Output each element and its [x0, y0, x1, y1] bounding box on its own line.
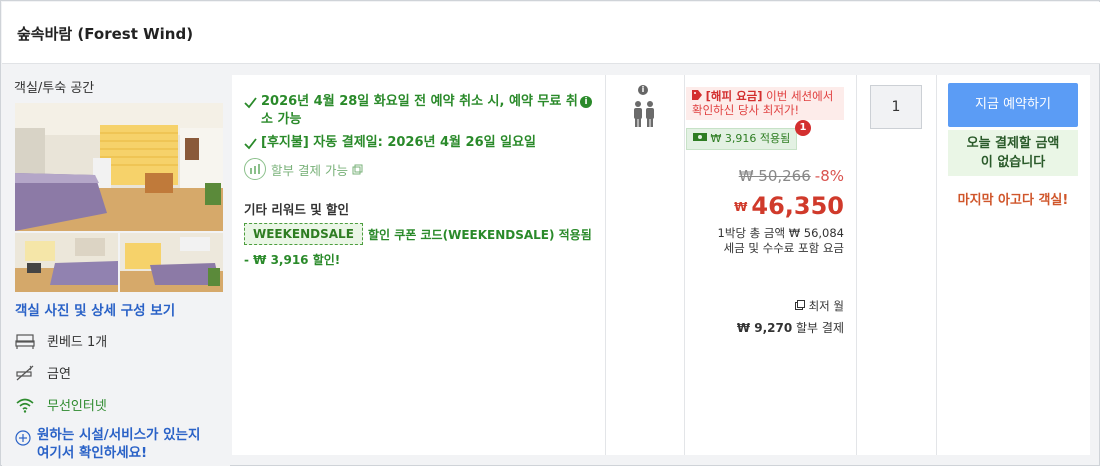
room-type-title: 객실/투숙 공간: [14, 81, 95, 96]
installment-available: 할부 결제 가능: [244, 158, 363, 180]
installment-payment: ₩ 9,270 할부 결제: [737, 319, 844, 336]
room-photo-main[interactable]: [15, 103, 223, 231]
nopay-line1: 오늘 결제할 금액: [966, 136, 1060, 151]
original-price-value: ₩ 50,266: [738, 167, 811, 185]
no-payment-today-notice: 오늘 결제할 금액 이 없습니다: [948, 130, 1078, 176]
property-header: 숲속바람 (Forest Wind): [2, 2, 1100, 64]
coupon-discount-amount: - ₩ 3,916 할인!: [244, 253, 341, 267]
property-name: 숲속바람 (Forest Wind): [17, 25, 194, 43]
autopay-text: [후지불] 자동 결제일: 2026년 4월 26일 일요일: [261, 135, 536, 150]
room-photo-thumb-1[interactable]: [15, 233, 118, 292]
installment-amount: ₩ 9,270: [736, 321, 793, 335]
cash-icon: [693, 133, 707, 141]
no-smoking-icon: [16, 365, 34, 380]
rewards-title: 기타 리워드 및 할인: [244, 202, 350, 217]
final-price-value: 46,350: [751, 192, 844, 220]
room-quantity-select[interactable]: 1: [870, 85, 922, 129]
column-divider: [684, 75, 685, 455]
plus-circle-icon: [15, 430, 31, 446]
occupancy-info-icon[interactable]: i: [638, 85, 648, 95]
original-price: ₩ 50,266 -8%: [739, 167, 844, 185]
facility-check-link[interactable]: 원하는 시설/서비스가 있는지 여기서 확인하세요!: [15, 426, 200, 462]
amenity-bed-label: 퀸베드 1개: [47, 335, 108, 350]
final-price: ₩46,350: [734, 192, 844, 220]
column-divider: [605, 75, 606, 455]
check-icon: [244, 97, 257, 109]
happy-rate-notice: [해피 요금] 이번 세션에서 확인하신 당사 최저가!: [686, 87, 844, 120]
column-divider: [856, 75, 857, 455]
total-price-info: 1박당 총 금액 ₩ 56,084 세금 및 수수료 포함 요금: [718, 226, 844, 256]
total-price-line1: 1박당 총 금액 ₩ 56,084: [717, 226, 844, 240]
installment-suffix: 할부 결제: [792, 321, 844, 335]
last-room-alert: 마지막 아고다 객실!: [957, 193, 1069, 208]
amenity-wifi-label: 무선인터넷: [47, 399, 107, 414]
facility-link-line1: 원하는 시설/서비스가 있는지: [37, 427, 201, 443]
facility-link-line2: 여기서 확인하세요!: [37, 445, 148, 461]
amenity-no-smoking: 금연: [15, 363, 71, 382]
two-persons-icon: [632, 100, 656, 132]
discount-percent: -8%: [814, 167, 844, 185]
lowest-monthly: 최저 월: [794, 298, 844, 314]
external-link-icon: [352, 164, 363, 174]
book-now-button[interactable]: 지금 예약하기: [948, 83, 1078, 127]
coupon-description: 할인 쿠폰 코드(WEEKENDSALE) 적용됨: [368, 228, 592, 242]
amenity-wifi: 무선인터넷: [15, 395, 107, 414]
free-cancellation-condition: 2026년 4월 28일 화요일 전 예약 취소 시, 예약 무료 취소 가능: [244, 93, 594, 129]
check-icon: [244, 138, 257, 150]
autopay-condition: [후지불] 자동 결제일: 2026년 4월 26일 일요일: [244, 134, 594, 152]
column-divider: [936, 75, 937, 455]
coupon-code-tag: WEEKENDSALE: [244, 223, 363, 245]
installment-icon: [244, 158, 266, 180]
amenity-bed: 퀸베드 1개: [15, 331, 107, 350]
final-price-currency: ₩: [734, 200, 748, 214]
external-link-icon: [794, 300, 805, 310]
installment-label: 할부 결제 가능: [271, 162, 348, 178]
total-price-line2: 세금 및 수수료 포함 요금: [723, 241, 844, 255]
saved-amount-badge: ₩ 3,916 적용됨: [686, 128, 798, 150]
amenity-no-smoking-label: 금연: [47, 367, 71, 382]
room-photo-thumb-2[interactable]: [120, 233, 223, 292]
wifi-icon: [16, 398, 34, 413]
nopay-line2: 이 없습니다: [980, 155, 1046, 170]
room-photos-link[interactable]: 객실 사진 및 상세 구성 보기: [15, 299, 175, 319]
offer-card: 2026년 4월 28일 화요일 전 예약 취소 시, 예약 무료 취소 가능 …: [232, 75, 1090, 455]
room-info-column: 객실/투숙 공간 객실 사진 및 상세 구성 보기 퀸베드 1개 금연 무선인터…: [2, 65, 230, 466]
tag-icon: [692, 90, 702, 100]
saved-amount-text: ₩ 3,916 적용됨: [710, 132, 791, 145]
bed-icon: [15, 333, 35, 349]
notification-badge: 1: [795, 120, 811, 136]
room-offer-frame: 숲속바람 (Forest Wind) 객실/투숙 공간 객실 사진 및 상세 구…: [0, 0, 1100, 466]
happy-rate-label: [해피 요금]: [705, 89, 763, 103]
info-icon[interactable]: i: [580, 96, 592, 108]
lowest-monthly-label: 최저 월: [808, 299, 844, 313]
free-cancellation-text: 2026년 4월 28일 화요일 전 예약 취소 시, 예약 무료 취소 가능: [261, 94, 578, 127]
